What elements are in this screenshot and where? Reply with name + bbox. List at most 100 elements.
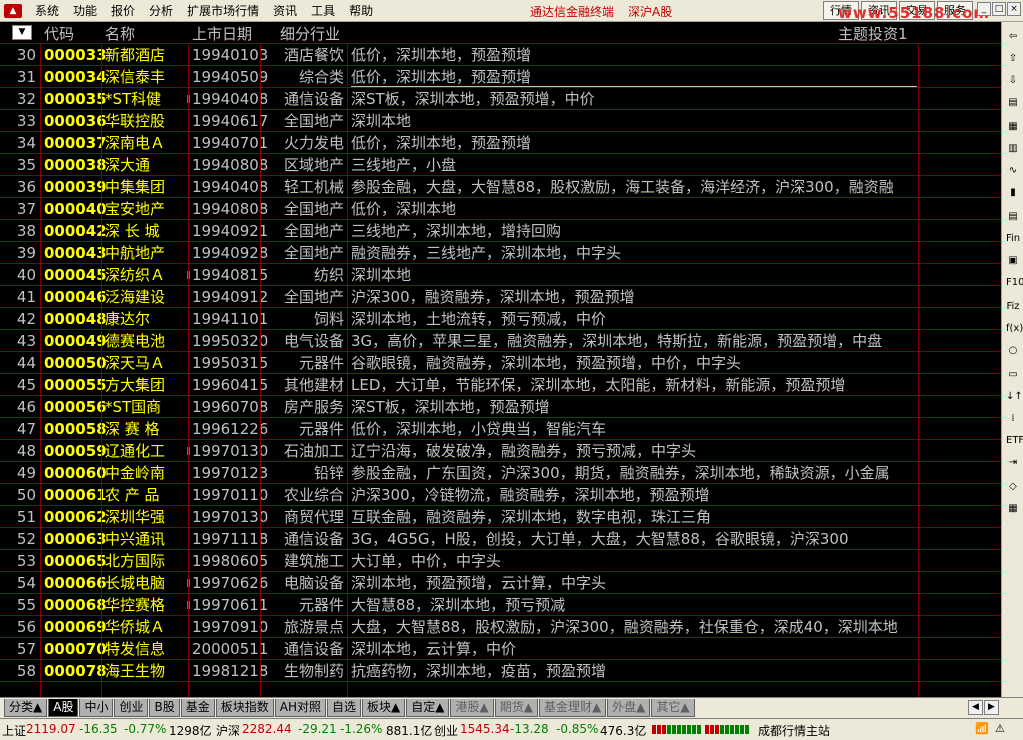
menu-item[interactable]: 功能	[66, 1, 104, 21]
menu-item[interactable]: 资讯	[266, 1, 304, 21]
toolbar-icon[interactable]: ▦	[1005, 118, 1021, 134]
table-row[interactable]: 34 000037 深南电Ａ 19940701 火力发电 低价，深圳本地，预盈预增	[0, 132, 1001, 154]
table-row[interactable]: 40 000045 深纺织Ａ 19940815 纺织 深圳本地	[0, 264, 1001, 286]
table-row[interactable]: 48 000059 辽通化工 19970130 石油加工 辽宁沿海，破发破净，融资融券，预…	[0, 440, 1001, 462]
category-tab[interactable]: 创业	[114, 699, 149, 717]
table-row[interactable]: 42 000048 康达尔 19941101 饲料 深圳本地，土地流转，预亏预减，中价	[0, 308, 1001, 330]
toolbar-icon[interactable]: Fin	[1005, 230, 1021, 246]
category-tab[interactable]: 港股▲	[450, 699, 494, 717]
table-row[interactable]: 54 000066 长城电脑 19970626 电脑设备 深圳本地，预盈预增，云计算，中字…	[0, 572, 1001, 594]
sort-dropdown-button[interactable]: ▼	[12, 25, 32, 40]
table-row[interactable]: 30 000033 新都酒店 19940103 酒店餐饮 低价，深圳本地，预盈预增	[0, 44, 1001, 66]
category-tab[interactable]: 基金	[180, 699, 215, 717]
table-row[interactable]: 37 000040 宝安地产 19940808 全国地产 低价，深圳本地	[0, 198, 1001, 220]
toolbar-icon[interactable]: ETF	[1005, 432, 1023, 448]
table-row[interactable]: 32 000035 *ST科健 19940408 通信设备 深ST板，深圳本地，预盈预增，…	[0, 88, 1001, 110]
category-tab[interactable]: 基金理财▲	[538, 699, 607, 717]
toolbar-icon[interactable]: ↓↑	[1005, 388, 1023, 404]
category-tab[interactable]: 分类▲	[4, 699, 48, 717]
toolbar-icon[interactable]: ▮	[1005, 184, 1021, 200]
table-row[interactable]: 47 000058 深 赛 格 19961226 元器件 低价，深圳本地，小贷典当，智能汽…	[0, 418, 1001, 440]
category-tab[interactable]: 外盘▲	[607, 699, 651, 717]
table-row[interactable]: 57 000070 特发信息 20000511 通信设备 深圳本地，云计算，中价	[0, 638, 1001, 660]
col-header-industry[interactable]: 细分行业	[280, 23, 340, 44]
table-row[interactable]: 38 000042 深 长 城 19940921 全国地产 三线地产，深圳本地，增持回购	[0, 220, 1001, 242]
toolbar-icon[interactable]: ◇	[1005, 478, 1021, 494]
server-site[interactable]: 成都行情主站	[758, 722, 830, 739]
toolbar-icon[interactable]: ▦	[1005, 500, 1021, 516]
category-tab[interactable]: 自选	[326, 699, 361, 717]
table-row[interactable]: 56 000069 华侨城Ａ 19970910 旅游景点 大盘，大智慧88，股权激励，沪深…	[0, 616, 1001, 638]
col-header-name[interactable]: 名称	[105, 23, 135, 44]
category-tab[interactable]: AH对照	[274, 699, 326, 717]
table-row[interactable]: 44 000050 深天马Ａ 19950315 元器件 谷歌眼镜，融资融券，深圳本地，预盈…	[0, 352, 1001, 374]
col-header-code[interactable]: 代码	[44, 23, 74, 44]
alert-icon[interactable]: ⚠	[995, 722, 1005, 735]
table-row[interactable]: 49 000060 中金岭南 19970123 铅锌 参股金融，广东国资，沪深300，期货…	[0, 462, 1001, 484]
category-tab[interactable]: 板块▲	[362, 699, 406, 717]
listing-date: 19940509	[192, 68, 269, 86]
category-tab[interactable]: 中小	[79, 699, 114, 717]
table-row[interactable]: 58 000078 海王生物 19981218 生物制药 抗癌药物，深圳本地，疫苗，预盈预…	[0, 660, 1001, 682]
stock-code: 000063	[44, 530, 107, 548]
table-row[interactable]: 55 000068 华控赛格 19970611 元器件 大智慧88，深圳本地，预亏预减	[0, 594, 1001, 616]
table-row[interactable]: 31 000034 深信泰丰 19940509 综合类 低价，深圳本地，预盈预增	[0, 66, 1001, 88]
category-tab[interactable]: B股	[149, 699, 180, 717]
menu-item[interactable]: 帮助	[342, 1, 380, 21]
table-row[interactable]: 43 000049 德赛电池 19950320 电气设备 3G，高价，苹果三星，融资融券，…	[0, 330, 1001, 352]
stock-name: 辽通化工	[105, 442, 166, 460]
minimize-icon[interactable]: _	[977, 2, 991, 16]
industry: 酒店餐饮	[283, 46, 344, 64]
toolbar-icon[interactable]: ▥	[1005, 140, 1021, 156]
table-row[interactable]: 46 000056 *ST国商 19960708 房产服务 深ST板，深圳本地，预盈预增	[0, 396, 1001, 418]
toolbar-icon[interactable]: ▤	[1005, 208, 1021, 224]
category-tab[interactable]: 其它▲	[651, 699, 695, 717]
table-row[interactable]: 53 000065 北方国际 19980605 建筑施工 大订单，中价，中字头	[0, 550, 1001, 572]
app-logo-icon[interactable]: ▲	[4, 3, 22, 18]
toolbar-icon[interactable]: ∿	[1005, 162, 1021, 178]
tab-scroll-right-icon[interactable]: ▶	[984, 700, 999, 715]
category-tab[interactable]: 自定▲	[406, 699, 450, 717]
col-divider	[347, 44, 348, 697]
menu-item[interactable]: 分析	[142, 1, 180, 21]
toolbar-icon[interactable]: F10	[1005, 274, 1023, 290]
toolbar-icon[interactable]: Fiz	[1005, 298, 1021, 314]
table-row[interactable]: 36 000039 中集集团 19940408 轻工机械 参股金融，大盘，大智慧88，股权…	[0, 176, 1001, 198]
menu-item[interactable]: 报价	[104, 1, 142, 21]
table-row[interactable]: 52 000063 中兴通讯 19971118 通信设备 3G，4G5G，H股，创投，大订…	[0, 528, 1001, 550]
listing-date: 19950320	[192, 332, 269, 350]
table-row[interactable]: 35 000038 深大通 19940808 区域地产 三线地产，小盘	[0, 154, 1001, 176]
tab-scroll-left-icon[interactable]: ◀	[968, 700, 983, 715]
toolbar-icon[interactable]: f(x)	[1005, 320, 1023, 336]
menu-item[interactable]: 系统	[28, 1, 66, 21]
listing-date: 19940408	[192, 90, 269, 108]
category-tab[interactable]: 期货▲	[494, 699, 538, 717]
hs-change: -29.21	[298, 722, 337, 736]
toolbar-icon[interactable]: ▤	[1005, 94, 1021, 110]
theme-concepts: 参股金融，大盘，大智慧88，股权激励，海工装备，海洋经济，沪深300，融资融	[351, 178, 894, 196]
table-row[interactable]: 41 000046 泛海建设 19940912 全国地产 沪深300，融资融券，深圳本地，…	[0, 286, 1001, 308]
col-header-theme[interactable]: 主题投资1	[838, 23, 908, 44]
toolbar-icon[interactable]: ⇩	[1005, 72, 1021, 88]
toolbar-icon[interactable]: ⇥	[1005, 454, 1021, 470]
table-row[interactable]: 39 000043 中航地产 19940928 全国地产 融资融券，三线地产，深圳本地，中…	[0, 242, 1001, 264]
toolbar-icon[interactable]: ○	[1005, 342, 1021, 358]
toolbar-icon[interactable]: ⁞	[1005, 410, 1021, 426]
toolbar-icon[interactable]: ▣	[1005, 252, 1021, 268]
market-label: 深沪A股	[628, 5, 673, 19]
close-icon[interactable]: ×	[1007, 2, 1021, 16]
toolbar-icon[interactable]: ⇧	[1005, 50, 1021, 66]
toolbar-icon[interactable]: ▭	[1005, 366, 1021, 382]
table-row[interactable]: 33 000036 华联控股 19940617 全国地产 深圳本地	[0, 110, 1001, 132]
maximize-icon[interactable]: □	[992, 2, 1006, 16]
table-row[interactable]: 51 000062 深圳华强 19970130 商贸代理 互联金融，融资融券，深圳本地，数…	[0, 506, 1001, 528]
toolbar-icon[interactable]: ⇦	[1005, 28, 1021, 44]
menu-item[interactable]: 工具	[304, 1, 342, 21]
category-tab[interactable]: A股	[48, 699, 79, 717]
category-tab[interactable]: 板块指数	[215, 699, 274, 717]
table-row[interactable]: 45 000055 方大集团 19960415 其他建材 LED，大订单，节能环保，深圳本…	[0, 374, 1001, 396]
listing-date: 19941101	[192, 310, 269, 328]
menu-item[interactable]: 扩展市场行情	[180, 1, 266, 21]
col-header-date[interactable]: 上市日期	[192, 23, 252, 44]
table-row[interactable]: 50 000061 农 产 品 19970110 农业综合 沪深300，冷链物流，融资融券…	[0, 484, 1001, 506]
